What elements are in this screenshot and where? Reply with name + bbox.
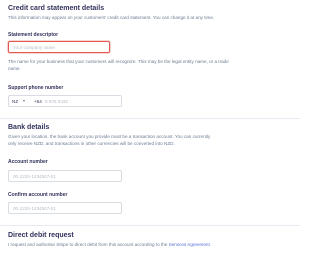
direct-debit-statement: I request and authorise Stripe to direct… (8, 242, 168, 247)
direct-debit-text: I request and authorise Stripe to direct… (8, 242, 211, 249)
account-number-input[interactable] (8, 170, 122, 182)
direct-debit-section: Direct debit request I request and autho… (0, 225, 300, 258)
bank-details-section: Bank details Given your location, the ba… (0, 118, 300, 218)
confirm-account-number-input[interactable] (8, 202, 122, 214)
country-select[interactable]: NZ (12, 99, 18, 104)
chevron-down-icon[interactable] (23, 100, 25, 103)
section-title-bank: Bank details (8, 124, 50, 131)
country-code: +64 (34, 98, 42, 104)
statement-descriptor-help-line2: name. (8, 66, 21, 71)
section-subtitle-bank-line1: Given your location, the bank account yo… (8, 134, 211, 139)
statement-descriptor-input[interactable] (8, 41, 110, 53)
statement-descriptor-label: Statement descriptor (8, 32, 59, 38)
section-subtitle-credit-card: This information may appear on your cust… (8, 15, 215, 20)
section-title-direct-debit: Direct debit request (8, 232, 74, 239)
support-phone-input[interactable] (45, 97, 119, 106)
support-phone-label: Support phone number (8, 85, 64, 91)
direct-debit-suffix: . (209, 242, 212, 247)
account-number-label: Account number (8, 159, 48, 165)
statement-descriptor-help-line1: The name for your business that your cus… (8, 59, 229, 64)
section-title-credit-card: Credit card statement details (8, 5, 105, 12)
support-phone-field: NZ +64 (8, 95, 122, 107)
credit-card-section: Credit card statement details This infor… (0, 0, 300, 112)
confirm-account-number-label: Confirm account number (8, 192, 68, 198)
services-agreement-link[interactable]: Services Agreement (169, 242, 210, 247)
section-subtitle-bank-line2: only receive NZD, and transactions in ot… (8, 141, 175, 146)
